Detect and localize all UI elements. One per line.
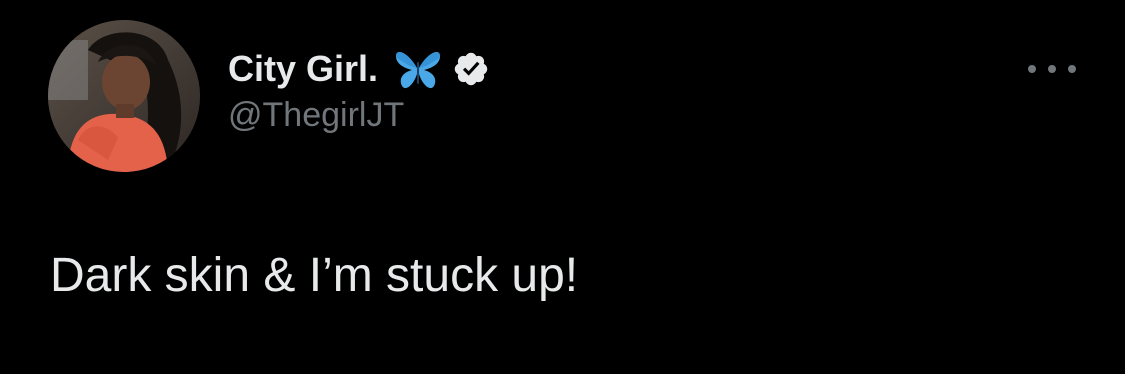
more-dot-icon (1028, 65, 1036, 73)
display-name[interactable]: City Girl. (228, 48, 378, 90)
avatar-photo (48, 20, 200, 172)
user-handle[interactable]: @ThegirlJT (228, 96, 490, 135)
more-options-button[interactable] (1028, 58, 1076, 80)
more-dot-icon (1048, 65, 1056, 73)
tweet-text: Dark skin & I’m stuck up! (50, 249, 579, 302)
butterfly-icon (394, 48, 442, 90)
tweet-header: City Girl. @ThegirlJT (228, 44, 490, 135)
verified-badge-icon[interactable] (452, 50, 490, 88)
avatar[interactable] (48, 20, 200, 172)
more-dot-icon (1068, 65, 1076, 73)
tweet-card[interactable]: City Girl. @ThegirlJT Dark skin & I’m st… (0, 0, 1125, 374)
name-row: City Girl. (228, 44, 490, 94)
